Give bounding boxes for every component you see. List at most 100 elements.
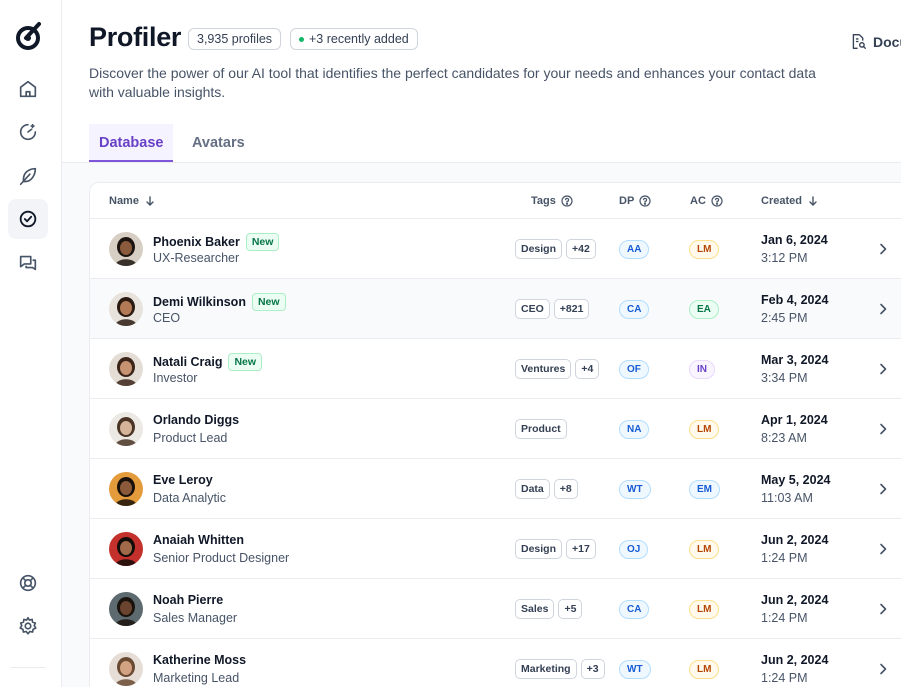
- chevron-right-icon[interactable]: [875, 301, 891, 317]
- check-circle-icon: [19, 210, 37, 228]
- table-row[interactable]: Orlando Diggs Product Lead Product NA LM Apr …: [90, 399, 901, 459]
- chevron-right-icon[interactable]: [875, 601, 891, 617]
- tab-avatars[interactable]: Avatars: [182, 124, 255, 162]
- person-role: Senior Product Designer: [153, 551, 290, 565]
- person-role: Sales Manager: [153, 611, 238, 625]
- table-header: Name Tags DP AC Created: [90, 183, 901, 219]
- settings-icon: [19, 616, 37, 635]
- person-role: Investor: [153, 371, 198, 385]
- tag-badge: Marketing: [515, 659, 577, 679]
- column-ac[interactable]: AC: [690, 183, 723, 219]
- created-date: Jun 2, 2024: [761, 653, 829, 667]
- ac-badge: LM: [689, 660, 720, 679]
- logo-icon[interactable]: [13, 20, 45, 52]
- nav-messages[interactable]: [8, 243, 48, 283]
- person-name-text: Katherine Moss: [153, 653, 247, 667]
- docs-label: Docu: [873, 33, 901, 50]
- table-row[interactable]: Katherine Moss Marketing Lead Marketing +3 W…: [90, 639, 901, 687]
- dp-badge: AA: [619, 240, 650, 259]
- ac-badge: IN: [689, 360, 715, 379]
- created-time: 1:24 PM: [761, 611, 808, 625]
- column-name-label: Name: [109, 195, 139, 207]
- nav-home[interactable]: [8, 69, 48, 109]
- table-row[interactable]: Demi Wilkinson New CEO CEO +821 CA EA Feb 4, 20…: [90, 279, 901, 339]
- dp-badge: CA: [619, 300, 650, 319]
- ac-badge: EA: [689, 300, 719, 319]
- dp-badge: WT: [619, 660, 651, 679]
- tag-badge: Design: [515, 539, 563, 559]
- avatar: [109, 472, 143, 506]
- person-role: CEO: [153, 311, 181, 325]
- person-role: Marketing Lead: [153, 671, 240, 685]
- column-tags[interactable]: Tags: [531, 183, 573, 219]
- ac-badge: LM: [689, 540, 720, 559]
- table-row[interactable]: Anaiah Whitten Senior Product Designer Des…: [90, 519, 901, 579]
- person-name-text: Natali Craig: [153, 355, 223, 369]
- created-time: 8:23 AM: [761, 431, 807, 445]
- tag-badge: Product: [515, 419, 567, 439]
- tab-database[interactable]: Database: [89, 124, 174, 162]
- nav-feather[interactable]: [8, 156, 48, 196]
- sidebar: [0, 0, 62, 687]
- column-dp[interactable]: DP: [619, 183, 651, 219]
- nav-dashboard[interactable]: [8, 112, 48, 152]
- page-title: Profiler: [89, 22, 182, 52]
- created-time: 1:24 PM: [761, 671, 808, 685]
- help-circle-icon: [561, 195, 573, 207]
- tag-badge: +3: [580, 659, 605, 679]
- nav-settings[interactable]: [8, 606, 48, 646]
- ac-badge: LM: [689, 600, 720, 619]
- sidebar-divider: [10, 667, 46, 668]
- avatar: [109, 232, 143, 266]
- column-created[interactable]: Created: [761, 183, 819, 219]
- person-name-text: Phoenix Baker: [153, 235, 240, 249]
- table-row[interactable]: Natali Craig New Investor Ventures +4 OF IN Mar…: [90, 339, 901, 399]
- avatar: [109, 292, 143, 326]
- table-row[interactable]: Noah Pierre Sales Manager Sales +5 CA LM Jun 2…: [90, 579, 901, 639]
- nav-checks[interactable]: [8, 199, 48, 239]
- person-name: Noah Pierre: [153, 593, 223, 607]
- person-name-text: Orlando Diggs: [153, 413, 240, 427]
- created-time: 11:03 AM: [761, 491, 813, 505]
- created-date: Apr 1, 2024: [761, 413, 828, 427]
- arrow-down-icon: [146, 196, 154, 206]
- created-time: 2:45 PM: [761, 311, 808, 325]
- chevron-right-icon[interactable]: [875, 421, 891, 437]
- tag-badge: +821: [553, 299, 590, 319]
- tags-cell: Ventures +4: [515, 359, 600, 379]
- chevron-right-icon[interactable]: [875, 661, 891, 677]
- tag-badge: Sales: [515, 599, 555, 619]
- column-dp-label: DP: [619, 195, 635, 207]
- tag-badge: +5: [558, 599, 583, 619]
- tags-cell: CEO +821: [515, 299, 590, 319]
- person-name: Demi Wilkinson New: [153, 293, 286, 311]
- tags-cell: Design +42: [515, 239, 596, 259]
- recent-badge-label: +3 recently added: [309, 32, 409, 46]
- avatar: [109, 652, 143, 686]
- tag-badge: Design: [515, 239, 563, 259]
- person-role: UX-Researcher: [153, 251, 240, 265]
- person-name: Anaiah Whitten: [153, 533, 244, 547]
- created-time: 3:12 PM: [761, 251, 808, 265]
- avatar: [109, 532, 143, 566]
- column-name[interactable]: Name: [109, 183, 156, 219]
- person-name: Eve Leroy: [153, 473, 213, 487]
- chevron-right-icon[interactable]: [875, 481, 891, 497]
- chevron-right-icon[interactable]: [875, 241, 891, 257]
- person-name-text: Noah Pierre: [153, 593, 224, 607]
- tag-badge: +4: [575, 359, 600, 379]
- tag-badge: +17: [566, 539, 596, 559]
- nav-support[interactable]: [8, 563, 48, 603]
- created-time: 1:24 PM: [761, 551, 808, 565]
- chevron-right-icon[interactable]: [875, 541, 891, 557]
- chevron-right-icon[interactable]: [875, 361, 891, 377]
- tags-cell: Product: [515, 419, 567, 439]
- table-row[interactable]: Phoenix Baker New UX-Researcher Design +42 AA…: [90, 219, 901, 279]
- column-created-label: Created: [761, 195, 802, 207]
- table-row[interactable]: Eve Leroy Data Analytic Data +8 WT EM May 5, 2…: [90, 459, 901, 519]
- tag-badge: Data: [515, 479, 550, 499]
- person-role: Data Analytic: [153, 491, 226, 505]
- dp-badge: WT: [619, 480, 651, 499]
- docs-button[interactable]: Docu: [850, 33, 901, 50]
- status-dot-icon: [299, 37, 304, 42]
